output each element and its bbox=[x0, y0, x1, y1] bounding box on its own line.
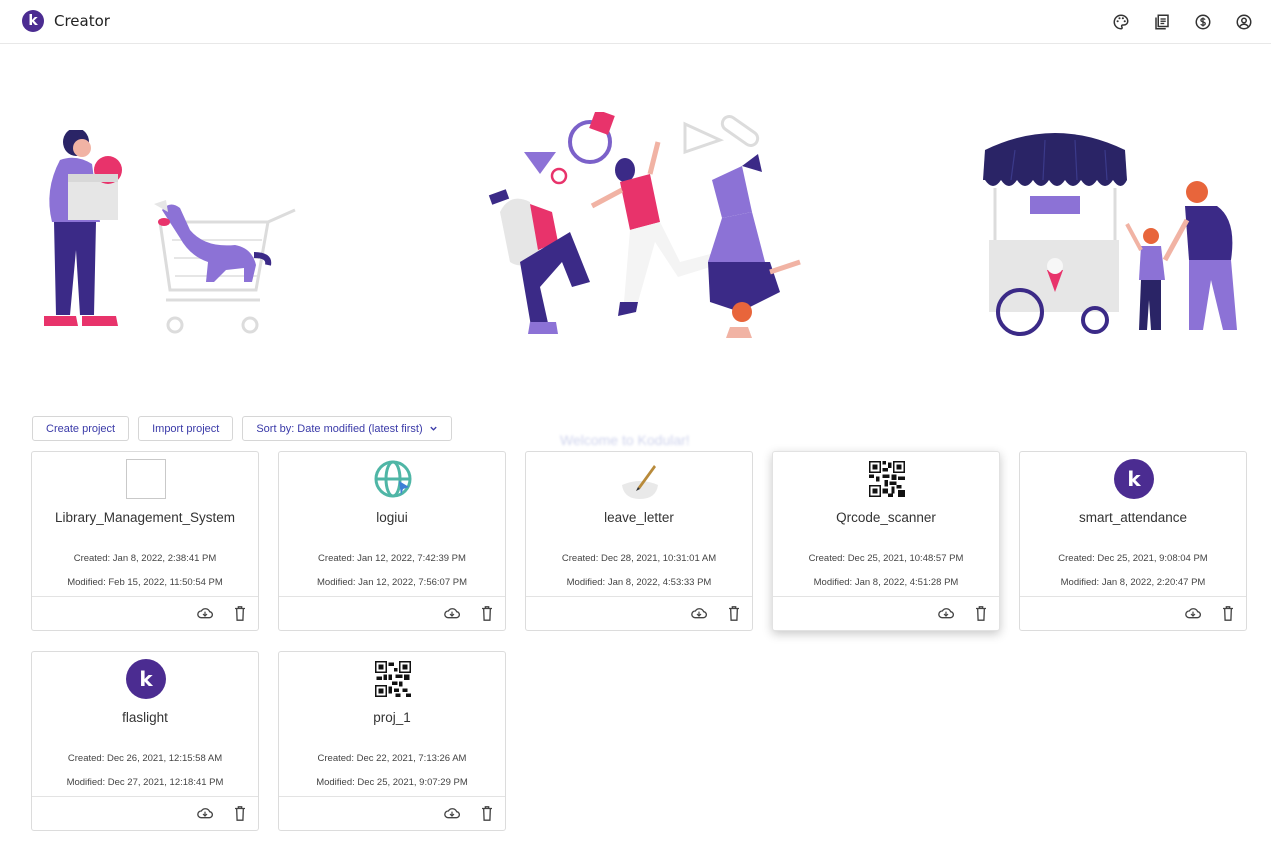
trash-icon[interactable] bbox=[479, 805, 495, 821]
project-created: Created: Dec 22, 2021, 7:13:26 AM bbox=[317, 753, 467, 764]
card-footer bbox=[1020, 596, 1246, 630]
hero-illustrations bbox=[0, 100, 1271, 360]
card-footer bbox=[526, 596, 752, 630]
card-footer bbox=[32, 596, 258, 630]
app-header: k Creator bbox=[0, 0, 1271, 44]
project-modified: Modified: Dec 27, 2021, 12:18:41 PM bbox=[66, 777, 224, 788]
welcome-watermark: Welcome to Kodular! bbox=[560, 432, 690, 448]
palette-icon[interactable] bbox=[1110, 11, 1132, 33]
cloud-download-icon[interactable] bbox=[444, 605, 460, 621]
brand[interactable]: k Creator bbox=[22, 10, 110, 32]
trash-icon[interactable] bbox=[232, 805, 248, 821]
project-created: Created: Jan 8, 2022, 2:38:41 PM bbox=[73, 553, 217, 564]
project-name: smart_attendance bbox=[1078, 510, 1188, 525]
account-icon[interactable] bbox=[1233, 11, 1255, 33]
project-created: Created: Dec 26, 2021, 12:15:58 AM bbox=[67, 753, 223, 764]
app-title: Creator bbox=[54, 12, 110, 30]
qr-icon bbox=[867, 459, 907, 499]
ice-cream-stand-illustration bbox=[983, 133, 1237, 336]
quill-icon bbox=[620, 459, 660, 499]
card-footer bbox=[279, 596, 505, 630]
shopping-illustration bbox=[44, 130, 296, 334]
project-card[interactable]: proj_1 Created: Dec 22, 2021, 7:13:26 AM… bbox=[278, 651, 506, 831]
trash-icon[interactable] bbox=[232, 605, 248, 621]
header-actions bbox=[1110, 11, 1255, 33]
project-modified: Modified: Jan 8, 2022, 2:20:47 PM bbox=[1060, 577, 1206, 588]
project-created: Created: Dec 28, 2021, 10:31:01 AM bbox=[561, 553, 717, 564]
broken-image-icon bbox=[126, 459, 166, 499]
cloud-download-icon[interactable] bbox=[691, 605, 707, 621]
project-card[interactable]: leave_letter Created: Dec 28, 2021, 10:3… bbox=[525, 451, 753, 631]
project-name: Qrcode_scanner bbox=[836, 510, 936, 525]
import-project-button[interactable]: Import project bbox=[138, 416, 234, 441]
cloud-download-icon[interactable] bbox=[938, 605, 954, 621]
project-created: Created: Dec 25, 2021, 10:48:57 PM bbox=[808, 553, 964, 564]
project-card[interactable]: logiui Created: Jan 12, 2022, 7:42:39 PM… bbox=[278, 451, 506, 631]
trash-icon[interactable] bbox=[726, 605, 742, 621]
project-name: flaslight bbox=[122, 710, 168, 725]
kodular-logo-icon: k bbox=[22, 10, 44, 32]
project-modified: Modified: Dec 25, 2021, 9:07:29 PM bbox=[316, 777, 468, 788]
card-footer bbox=[279, 796, 505, 830]
project-name: logiui bbox=[376, 510, 408, 525]
cloud-download-icon[interactable] bbox=[197, 805, 213, 821]
project-created: Created: Jan 12, 2022, 7:42:39 PM bbox=[318, 553, 466, 564]
project-modified: Modified: Jan 8, 2022, 4:51:28 PM bbox=[813, 577, 959, 588]
dollar-icon[interactable] bbox=[1192, 11, 1214, 33]
sort-dropdown[interactable]: Sort by: Date modified (latest first) bbox=[242, 416, 452, 441]
project-modified: Modified: Jan 12, 2022, 7:56:07 PM bbox=[317, 577, 467, 588]
cloud-download-icon[interactable] bbox=[444, 805, 460, 821]
project-name: proj_1 bbox=[373, 710, 411, 725]
trash-icon[interactable] bbox=[479, 605, 495, 621]
card-footer bbox=[773, 596, 999, 630]
cloud-download-icon[interactable] bbox=[197, 605, 213, 621]
project-card[interactable]: Qrcode_scanner Created: Dec 25, 2021, 10… bbox=[772, 451, 1000, 631]
chevron-down-icon bbox=[429, 426, 437, 431]
project-name: leave_letter bbox=[604, 510, 674, 525]
project-card[interactable]: k flaslight Created: Dec 26, 2021, 12:15… bbox=[31, 651, 259, 831]
card-footer bbox=[32, 796, 258, 830]
trash-icon[interactable] bbox=[1220, 605, 1236, 621]
sort-label: Sort by: Date modified (latest first) bbox=[256, 422, 423, 435]
docs-icon[interactable] bbox=[1151, 11, 1173, 33]
project-created: Created: Dec 25, 2021, 9:08:04 PM bbox=[1058, 553, 1208, 564]
trash-icon[interactable] bbox=[973, 605, 989, 621]
project-modified: Modified: Feb 15, 2022, 11:50:54 PM bbox=[67, 577, 223, 588]
create-project-button[interactable]: Create project bbox=[32, 416, 130, 441]
dancing-illustration bbox=[488, 112, 801, 338]
globe-icon bbox=[373, 459, 413, 499]
cloud-download-icon[interactable] bbox=[1185, 605, 1201, 621]
project-modified: Modified: Jan 8, 2022, 4:53:33 PM bbox=[566, 577, 712, 588]
project-toolbar: Create project Import project Sort by: D… bbox=[32, 416, 452, 441]
qr-icon bbox=[373, 659, 413, 699]
project-card[interactable]: Library_Management_System Created: Jan 8… bbox=[31, 451, 259, 631]
project-name: Library_Management_System bbox=[54, 510, 236, 525]
kodular-k-icon: k bbox=[1114, 459, 1154, 499]
kodular-k-icon: k bbox=[126, 659, 166, 699]
project-card[interactable]: k smart_attendance Created: Dec 25, 2021… bbox=[1019, 451, 1247, 631]
